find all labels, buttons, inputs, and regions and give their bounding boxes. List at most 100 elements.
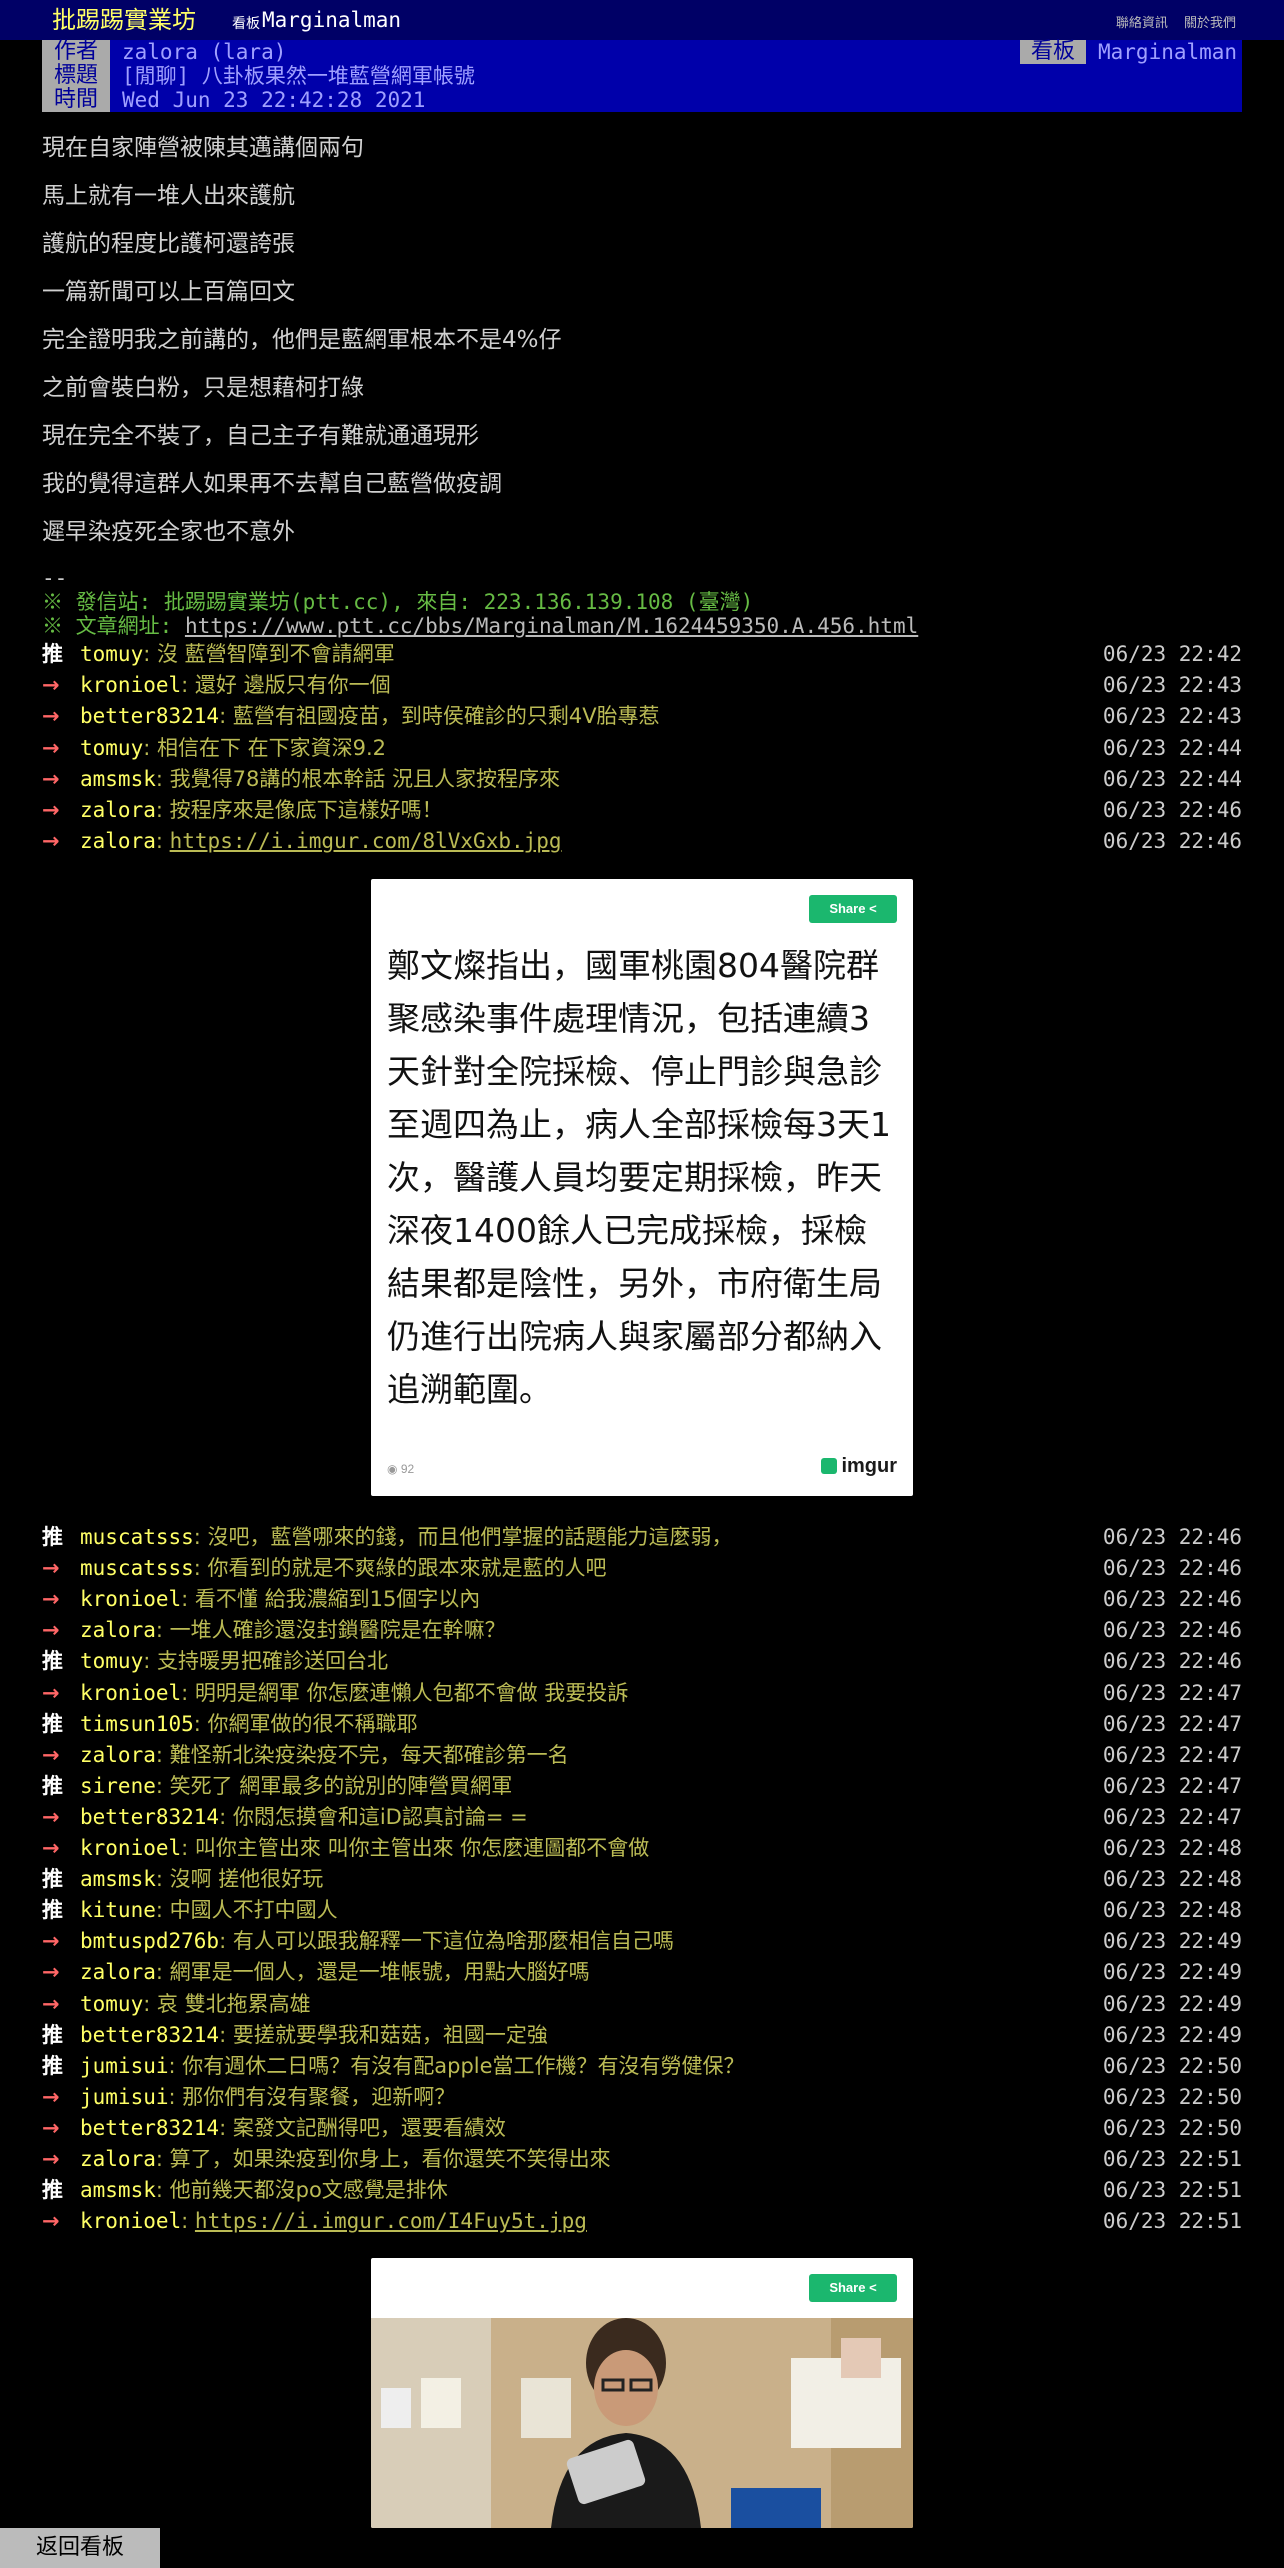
push-content: : 沒啊 搓他很好玩 (156, 1867, 323, 1891)
imgur-embed-card[interactable]: Share < (371, 2258, 913, 2528)
push-content: : 藍營有祖國疫苗，到時侯確診的只剩4V胎專惹 (219, 704, 659, 728)
push-time: 06/23 22:49 (1102, 1960, 1242, 1985)
push-time: 06/23 22:50 (1102, 2115, 1242, 2140)
push-userid: zalora (80, 1618, 156, 1643)
push-time: 06/23 22:46 (1102, 1618, 1242, 1643)
back-to-board-button[interactable]: 返回看板 (0, 2528, 160, 2568)
push-tag: 推 (42, 1867, 63, 1892)
meta-time: Wed Jun 23 22:42:28 2021 (122, 88, 426, 112)
push-time: 06/23 22:46 (1102, 1649, 1242, 1674)
push-time: 06/23 22:46 (1102, 1587, 1242, 1612)
push-content-text: : 明明是網軍 你怎麼連懶人包都不會做 我要投訴 (181, 1680, 629, 1705)
push-content: : 笑死了 網軍最多的說別的陣營買網軍 (156, 1774, 512, 1798)
imgur-embed-card[interactable]: Share < 鄭文燦指出，國軍桃園804醫院群聚感染事件處理情況，包括連續3天… (371, 879, 913, 1496)
push-row: → zalora: 網軍是一個人，還是一堆帳號，用點大腦好嗎 06/23 22:49 (42, 1957, 1242, 1988)
push-content: : https://i.imgur.com/I4Fuy5t.jpg (181, 2209, 587, 2233)
push-userid: zalora (80, 829, 156, 854)
push-content-text: : 你看到的就是不爽綠的跟本來就是藍的人吧 (193, 1556, 607, 1581)
push-tag: → (42, 1742, 60, 1767)
article-url-line: ※ 文章網址: https://www.ptt.cc/bbs/Marginalm… (42, 614, 1242, 638)
push-image-link[interactable]: https://i.imgur.com/8lVxGxb.jpg (170, 829, 562, 853)
content-line: 護航的程度比護柯還誇張 (42, 231, 295, 257)
push-content-text: : 一堆人確診還沒封鎖醫院是在幹嘛？ (155, 1618, 506, 1643)
share-icon: < (869, 901, 877, 916)
push-content: : 支持暖男把確診送回台北 (143, 1649, 388, 1673)
meta-title-label: 標題 (42, 64, 110, 88)
push-time: 06/23 22:51 (1102, 2178, 1242, 2203)
meta-author-label: 作者 (42, 40, 110, 64)
view-count: ◉ 92 (387, 1462, 414, 1476)
push-content-text: : 網軍是一個人，還是一堆帳號，用點大腦好嗎 (155, 1960, 590, 1985)
push-image-link[interactable]: https://i.imgur.com/I4Fuy5t.jpg (195, 2209, 587, 2233)
push-content-text: : 案發文記酬得吧，還要看績效 (219, 2115, 506, 2140)
push-content: : 相信在下 在下家資深9.2 (143, 736, 386, 760)
push-content-text: : (155, 829, 170, 854)
push-userid: amsmsk (80, 766, 156, 791)
push-tag: 推 (42, 1649, 63, 1674)
push-content-text: : 沒啊 搓他很好玩 (155, 1867, 324, 1892)
imgur-brand[interactable]: imgur (821, 1455, 897, 1478)
content-line: 遲早染疫死全家也不意外 (42, 519, 295, 545)
content-line: 現在完全不裝了，自己主子有難就通通現形 (42, 423, 479, 449)
push-tag: → (42, 1929, 60, 1954)
push-content-text: : 藍營有祖國疫苗，到時侯確診的只剩4V胎專惹 (219, 704, 660, 729)
push-tag: → (42, 1587, 60, 1612)
meta-time-row: 時間 Wed Jun 23 22:42:28 2021 (42, 88, 1242, 112)
push-userid: better83214 (80, 2115, 220, 2140)
push-content-text: : 按程序來是像底下這樣好嗎！ (155, 798, 443, 822)
push-content: : 我覺得78講的根本幹話 況且人家按程序來 (156, 767, 560, 791)
push-time: 06/23 22:51 (1102, 2147, 1242, 2171)
push-time: 06/23 22:50 (1102, 2053, 1242, 2078)
share-button[interactable]: Share < (809, 2274, 897, 2302)
push-time: 06/23 22:48 (1102, 1836, 1242, 1860)
push-tag: → (42, 1991, 60, 2016)
imgur-logo-icon (821, 1458, 838, 1474)
push-userid: sirene (80, 1773, 156, 1798)
site-logo-link[interactable]: 批踢踢實業坊 (52, 5, 196, 35)
push-userid: tomuy (80, 1991, 144, 2016)
video-thumbnail-image[interactable] (371, 2318, 913, 2528)
signature-dash: -- (42, 566, 68, 590)
contact-link[interactable]: 聯絡資訊 (1116, 16, 1168, 31)
push-time: 06/23 22:49 (1102, 1991, 1242, 2016)
push-time: 06/23 22:46 (1102, 1556, 1242, 1581)
push-content: : 要搓就要學我和菇菇，祖國一定強 (219, 2023, 548, 2047)
push-tag: → (42, 1804, 60, 1829)
push-row: → muscatsss: 你看到的就是不爽綠的跟本來就是藍的人吧 06/23 22:… (42, 1553, 1242, 1584)
share-button[interactable]: Share < (809, 895, 897, 923)
push-row: → kronioel: 看不懂 給我濃縮到15個字以內 06/23 22:46 (42, 1584, 1242, 1615)
push-time: 06/23 22:46 (1102, 829, 1242, 854)
push-content-text: : 你悶怎摸會和這iD認真討論= = (219, 1804, 528, 1829)
push-content-text: : 支持暖男把確診送回台北 (143, 1649, 388, 1674)
push-tag: → (42, 2084, 60, 2109)
push-tag: → (42, 2147, 60, 2171)
push-content-text: : 沒 藍營智障到不會請網軍 (143, 642, 395, 666)
content-line: 現在自家陣營被陳其邁講個兩句 (42, 135, 364, 161)
push-userid: timsun105 (80, 1711, 194, 1736)
push-row: → jumisui: 那你們有沒有聚餐，迎新啊？ 06/23 22:50 (42, 2082, 1242, 2113)
push-tag: 推 (42, 1525, 63, 1549)
push-content: : 明明是網軍 你怎麼連懶人包都不會做 我要投訴 (181, 1681, 628, 1705)
push-row: 推 sirene: 笑死了 網軍最多的說別的陣營買網軍 06/23 22:47 (42, 1771, 1242, 1802)
push-userid: tomuy (80, 642, 144, 666)
eye-icon: ◉ (387, 1462, 398, 1476)
push-userid: kronioel (80, 1836, 182, 1860)
push-row: 推 better83214: 要搓就要學我和菇菇，祖國一定強 06/23 22:49 (42, 2020, 1242, 2051)
board-link[interactable]: Marginalman (262, 7, 401, 33)
push-tag: → (42, 1680, 60, 1705)
push-content-text: : 中國人不打中國人 (155, 1898, 338, 1923)
imgur-image-text: 鄭文燦指出，國軍桃園804醫院群聚感染事件處理情況，包括連續3天針對全院採檢、停… (387, 946, 891, 1409)
push-userid: zalora (80, 2147, 156, 2171)
push-content: : 網軍是一個人，還是一堆帳號，用點大腦好嗎 (156, 1960, 590, 1984)
push-row: 推 timsun105: 你網軍做的很不稱職耶 06/23 22:47 (42, 1709, 1242, 1740)
push-content: : 按程序來是像底下這樣好嗎！ (156, 798, 443, 822)
push-content: : 一堆人確診還沒封鎖醫院是在幹嘛？ (156, 1618, 506, 1642)
push-content-text: : 還好 邊版只有你一個 (181, 673, 391, 698)
push-content-text: : 哀 雙北拖累高雄 (143, 1991, 311, 2016)
push-content: : 哀 雙北拖累高雄 (143, 1992, 310, 2016)
article-url-link[interactable]: https://www.ptt.cc/bbs/Marginalman/M.162… (185, 614, 918, 638)
about-link[interactable]: 關於我們 (1184, 16, 1236, 31)
push-row: → zalora: 算了，如果染疫到你身上，看你還笑不笑得出來 06/23 22:5… (42, 2144, 1242, 2175)
push-content-text: : 笑死了 網軍最多的說別的陣營買網軍 (155, 1773, 513, 1798)
push-userid: better83214 (80, 2022, 220, 2047)
